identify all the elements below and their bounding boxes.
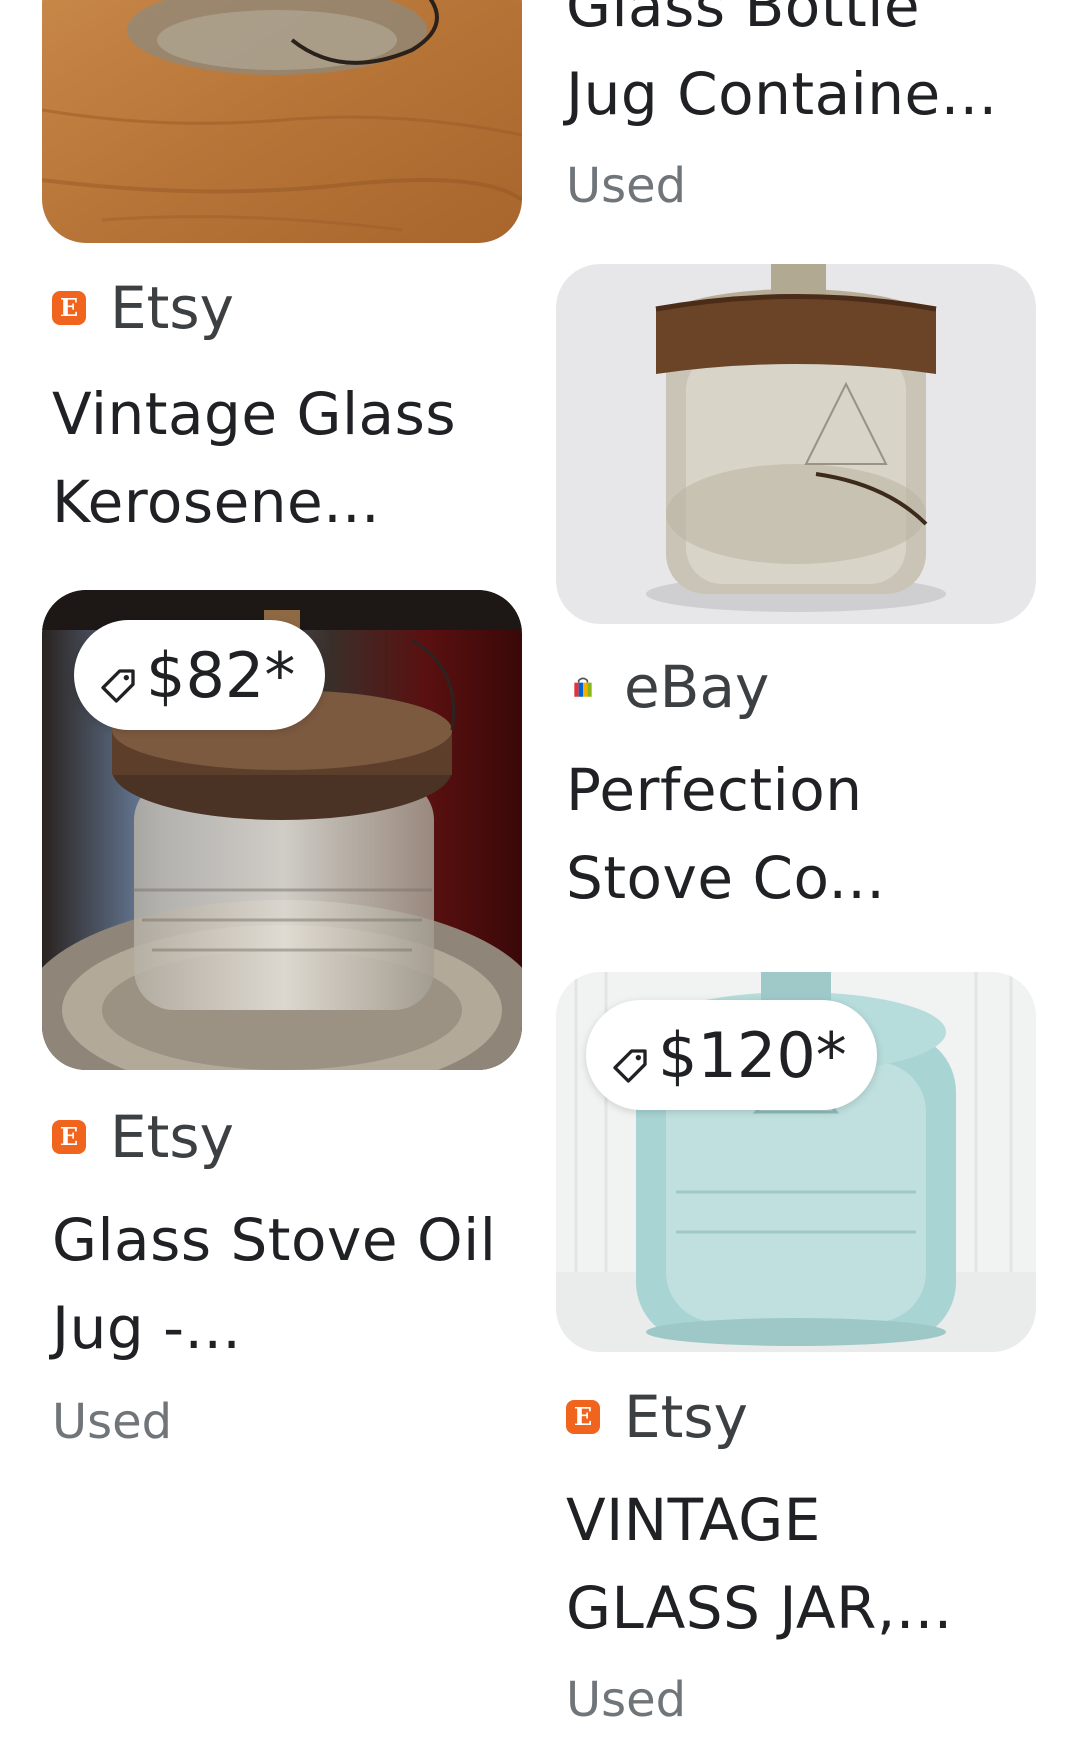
- product-title[interactable]: VINTAGE GLASS JAR,...: [566, 1476, 1036, 1652]
- source-name: Etsy: [110, 274, 234, 342]
- condition-label: Used: [566, 158, 687, 214]
- source-etsy[interactable]: E Etsy: [52, 1102, 234, 1172]
- price-text: $120*: [658, 1018, 847, 1092]
- price-text: $82*: [146, 638, 296, 712]
- source-etsy[interactable]: E Etsy: [566, 1382, 748, 1452]
- price-tag-icon: [613, 1049, 647, 1083]
- product-image-perfection-stove-jar[interactable]: [556, 264, 1036, 624]
- title-line: Vintage Glass: [52, 380, 457, 448]
- title-line: Jug Containe...: [566, 60, 998, 128]
- product-title[interactable]: Perfection Stove Co...: [566, 746, 1036, 922]
- source-etsy[interactable]: E Etsy: [52, 273, 234, 343]
- etsy-logo-icon: E: [566, 1400, 600, 1434]
- source-ebay[interactable]: eBay: [566, 652, 769, 722]
- title-line: Perfection: [566, 756, 863, 824]
- title-line: GLASS JAR,...: [566, 1574, 953, 1642]
- price-badge: $120*: [586, 1000, 877, 1110]
- product-title[interactable]: Glass Stove Oil Jug -...: [52, 1196, 522, 1372]
- title-line: Jug -...: [52, 1294, 242, 1362]
- product-image-kerosene-jug[interactable]: [42, 0, 522, 243]
- title-line: Kerosene...: [52, 468, 381, 536]
- price-tag-icon: [101, 669, 135, 703]
- product-title[interactable]: Glass Bottle Jug Containe...: [566, 0, 1036, 138]
- source-name: Etsy: [110, 1103, 234, 1171]
- title-line: Glass Bottle: [566, 0, 921, 40]
- title-line: Glass Stove Oil: [52, 1206, 497, 1274]
- title-line: VINTAGE: [566, 1486, 821, 1554]
- etsy-logo-icon: E: [52, 291, 86, 325]
- title-line: Stove Co...: [566, 844, 886, 912]
- ebay-bag-icon: [566, 670, 600, 704]
- etsy-logo-icon: E: [52, 1120, 86, 1154]
- product-title[interactable]: Vintage Glass Kerosene...: [52, 370, 522, 546]
- source-name: eBay: [624, 653, 770, 721]
- source-name: Etsy: [624, 1383, 748, 1451]
- condition-label: Used: [566, 1672, 687, 1728]
- condition-label: Used: [52, 1394, 173, 1450]
- price-badge: $82*: [74, 620, 326, 730]
